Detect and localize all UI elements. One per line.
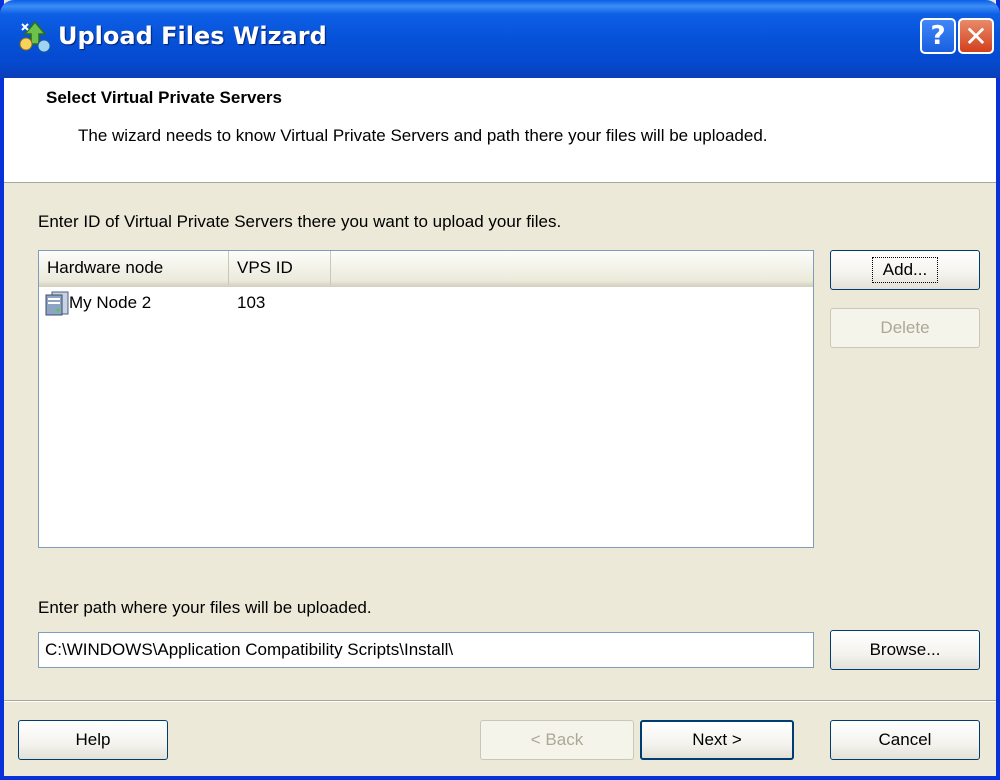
- servers-list[interactable]: Hardware node VPS ID My Node 2 103: [38, 250, 814, 548]
- vps-id-cell: 103: [237, 293, 266, 312]
- server-node-icon: [45, 291, 69, 316]
- column-vps-id[interactable]: VPS ID: [229, 251, 331, 285]
- servers-prompt: Enter ID of Virtual Private Servers ther…: [38, 212, 562, 231]
- help-button[interactable]: Help: [18, 720, 168, 760]
- list-header: Hardware node VPS ID: [39, 251, 813, 287]
- column-hardware-node[interactable]: Hardware node: [39, 251, 229, 285]
- close-icon[interactable]: ✕: [958, 18, 994, 54]
- add-button[interactable]: Add...: [830, 250, 980, 290]
- path-input[interactable]: [38, 632, 814, 668]
- add-button-label: Add...: [871, 257, 939, 283]
- wizard-upload-icon: [19, 20, 51, 53]
- back-button[interactable]: < Back: [480, 720, 634, 760]
- cancel-button[interactable]: Cancel: [830, 720, 980, 760]
- wizard-header: Select Virtual Private Servers The wizar…: [4, 78, 996, 183]
- help-icon[interactable]: ?: [920, 18, 956, 54]
- browse-button[interactable]: Browse...: [830, 630, 980, 670]
- window-title: Upload Files Wizard: [58, 22, 327, 50]
- wizard-window: Upload Files Wizard ? ✕ Select Virtual P…: [0, 0, 1000, 780]
- list-item[interactable]: My Node 2 103: [39, 287, 813, 319]
- page-subtitle: The wizard needs to know Virtual Private…: [78, 126, 768, 145]
- footer-separator: [4, 700, 996, 702]
- next-button[interactable]: Next >: [640, 720, 794, 760]
- path-prompt: Enter path where your files will be uplo…: [38, 598, 372, 617]
- page-title: Select Virtual Private Servers: [46, 88, 282, 107]
- delete-button[interactable]: Delete: [830, 308, 980, 348]
- node-name-cell: My Node 2: [69, 293, 152, 312]
- title-bar[interactable]: Upload Files Wizard ? ✕: [0, 0, 1000, 78]
